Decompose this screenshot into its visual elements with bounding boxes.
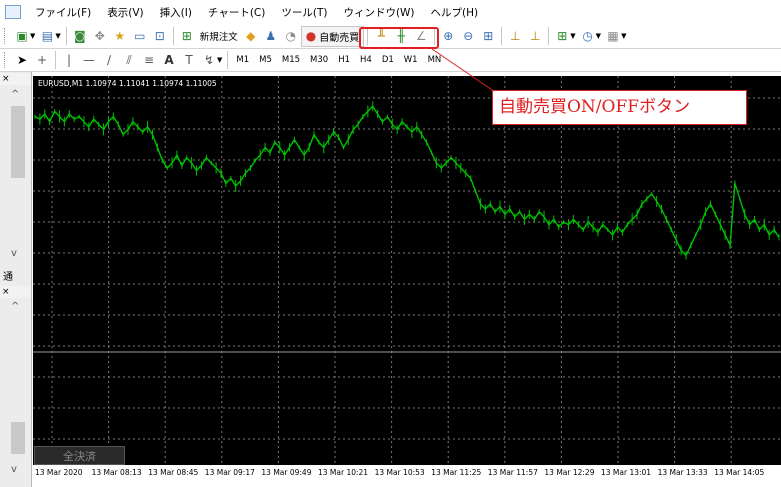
annotation-callout: 自動売買ON/OFFボタン (492, 90, 747, 125)
annotation-leader-line (431, 48, 499, 95)
